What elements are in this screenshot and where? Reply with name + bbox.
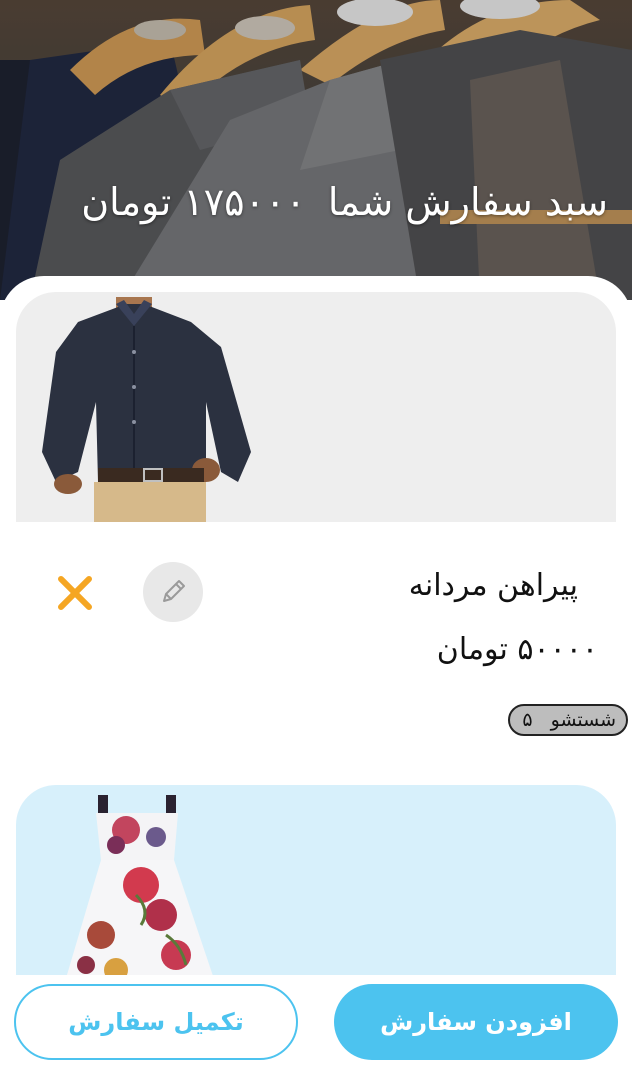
complete-order-button[interactable]: تکمیل سفارش — [14, 984, 298, 1060]
pencil-icon — [163, 580, 185, 602]
cart-total-amount: ۱۷۵۰۰۰ تومان — [81, 180, 306, 224]
cart-item-image — [16, 785, 616, 985]
cart-item-price: ۵۰۰۰۰ تومان — [436, 632, 598, 667]
order-cart-screen: سبد سفارش شما ۱۷۵۰۰۰ تومان پیراهن مردانه … — [0, 0, 632, 1080]
cart-title: سبد سفارش شما — [327, 180, 608, 224]
service-quantity: ۵ — [522, 709, 533, 731]
service-label: شستشو — [550, 709, 616, 731]
close-icon — [58, 576, 92, 610]
cart-total-heading: سبد سفارش شما ۱۷۵۰۰۰ تومان — [81, 180, 608, 224]
cart-item-image — [16, 292, 616, 522]
floral-dress-image — [64, 795, 216, 985]
edit-item-button[interactable] — [143, 562, 203, 622]
remove-item-button[interactable] — [52, 570, 98, 616]
cart-item-name: پیراهن مردانه — [408, 568, 578, 603]
add-order-button[interactable]: افزودن سفارش — [334, 984, 618, 1060]
service-quantity-badge: شستشو ۵ — [508, 704, 628, 736]
bottom-action-bar: تکمیل سفارش افزودن سفارش — [0, 975, 632, 1080]
hanging-jackets-photo — [0, 0, 632, 300]
header-banner: سبد سفارش شما ۱۷۵۰۰۰ تومان — [0, 0, 632, 300]
mens-shirt-image — [42, 297, 251, 522]
